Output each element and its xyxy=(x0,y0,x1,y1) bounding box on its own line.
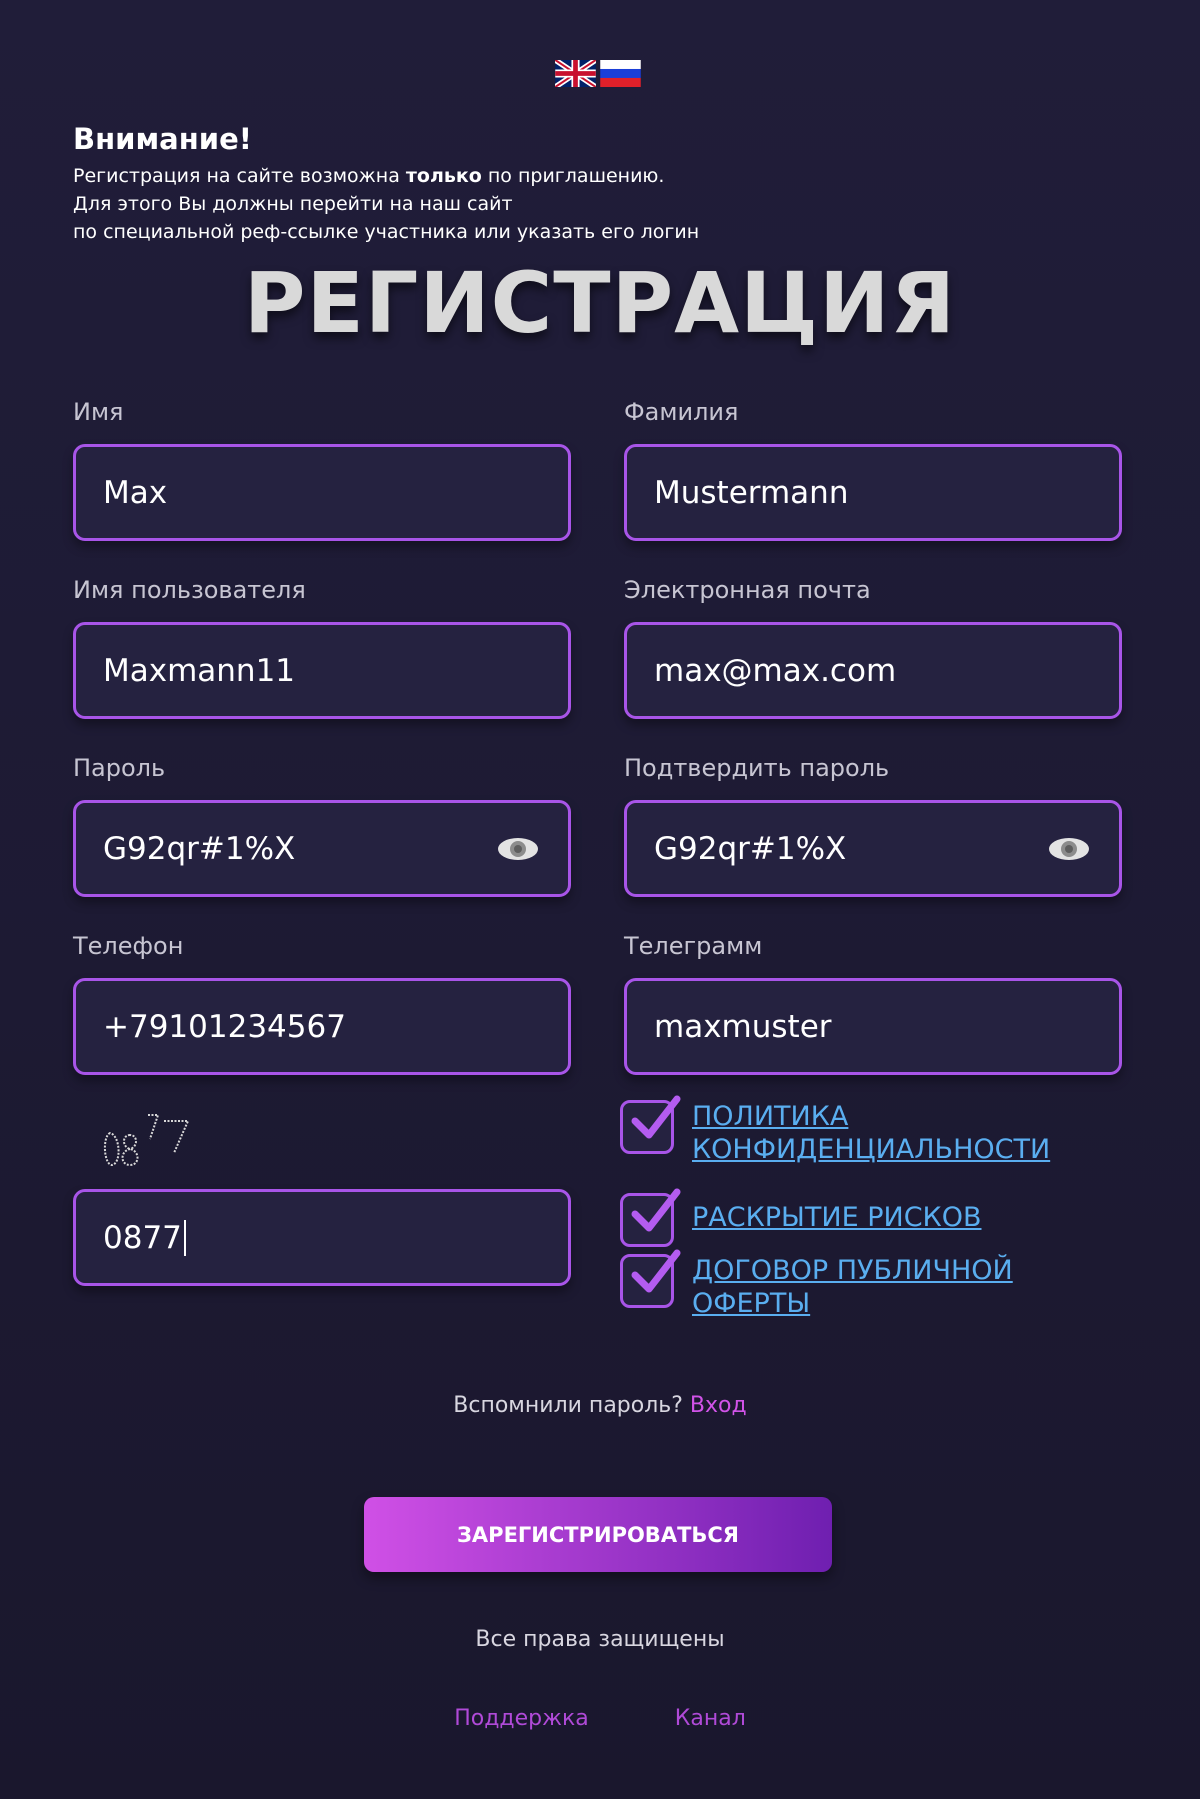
login-prompt-text: Вспомнили пароль? xyxy=(453,1393,690,1418)
offer-checkbox[interactable] xyxy=(620,1249,681,1308)
captcha-field[interactable]: 0877 xyxy=(73,1189,571,1286)
channel-link[interactable]: Канал xyxy=(675,1706,746,1731)
first-name-value: Max xyxy=(103,474,168,511)
last-name-label: Фамилия xyxy=(624,398,739,426)
notice-line-1: Регистрация на сайте возможна только по … xyxy=(73,162,699,190)
privacy-link-line-2: КОНФИДЕНЦИАЛЬНОСТИ xyxy=(692,1134,1051,1165)
confirm-password-field[interactable]: G92qr#1%X xyxy=(624,800,1122,897)
phone-value: +79101234567 xyxy=(103,1008,346,1045)
invitation-notice: Внимание! Регистрация на сайте возможна … xyxy=(73,122,699,246)
confirm-password-label: Подтвердить пароль xyxy=(624,754,890,782)
last-name-value: Mustermann xyxy=(654,474,849,511)
telegram-label: Телеграмм xyxy=(624,932,763,960)
notice-line-1-bold: только xyxy=(405,165,482,187)
captcha-image: 0877 xyxy=(104,1114,190,1167)
support-link[interactable]: Поддержка xyxy=(454,1706,589,1731)
email-field[interactable]: max@max.com xyxy=(624,622,1122,719)
ru-flag-icon[interactable] xyxy=(600,60,641,87)
notice-line-2: Для этого Вы должны перейти на наш сайт xyxy=(73,193,513,215)
public-offer-link[interactable]: ДОГОВОР ПУБЛИЧНОЙ ОФЕРТЫ xyxy=(692,1254,1072,1320)
risk-disclosure-link[interactable]: РАСКРЫТИЕ РИСКОВ xyxy=(692,1201,1072,1234)
copyright-text: Все права защищены xyxy=(475,1627,725,1652)
footer-links: Поддержка Канал xyxy=(0,1706,1200,1731)
telegram-value: maxmuster xyxy=(654,1008,832,1045)
eye-icon[interactable] xyxy=(1047,836,1091,862)
captcha-value: 0877 xyxy=(103,1219,182,1256)
last-name-field[interactable]: Mustermann xyxy=(624,444,1122,541)
first-name-label: Имя xyxy=(73,398,124,426)
uk-flag-icon[interactable] xyxy=(555,60,596,87)
notice-line-1-start: Регистрация на сайте возможна xyxy=(73,165,406,187)
first-name-field[interactable]: Max xyxy=(73,444,571,541)
email-label: Электронная почта xyxy=(624,576,871,604)
risks-agreement: РАСКРЫТИЕ РИСКОВ xyxy=(620,1188,1072,1247)
offer-link-line-1: ДОГОВОР ПУБЛИЧНОЙ xyxy=(692,1255,1013,1286)
username-label: Имя пользователя xyxy=(73,576,306,604)
checkmark-icon xyxy=(631,1095,681,1139)
privacy-link-line-1: ПОЛИТИКА xyxy=(692,1101,849,1132)
notice-line-3: по специальной реф-ссылке участника или … xyxy=(73,221,700,243)
username-value: Maxmann11 xyxy=(103,652,296,689)
username-field[interactable]: Maxmann11 xyxy=(73,622,571,719)
privacy-agreement: ПОЛИТИКА КОНФИДЕНЦИАЛЬНОСТИ xyxy=(620,1095,1072,1166)
login-link[interactable]: Вход xyxy=(690,1393,747,1418)
offer-agreement: ДОГОВОР ПУБЛИЧНОЙ ОФЕРТЫ xyxy=(620,1249,1072,1320)
login-prompt: Вспомнили пароль? Вход xyxy=(0,1393,1200,1418)
privacy-checkbox[interactable] xyxy=(620,1095,681,1154)
password-label: Пароль xyxy=(73,754,166,782)
email-value: max@max.com xyxy=(654,652,897,689)
offer-link-line-2: ОФЕРТЫ xyxy=(692,1288,811,1319)
checkmark-icon xyxy=(631,1188,681,1232)
page-title: РЕГИСТРАЦИЯ xyxy=(243,254,957,352)
password-field[interactable]: G92qr#1%X xyxy=(73,800,571,897)
notice-title: Внимание! xyxy=(73,122,252,156)
password-value: G92qr#1%X xyxy=(103,830,296,867)
text-caret xyxy=(183,1219,186,1256)
confirm-password-value: G92qr#1%X xyxy=(654,830,847,867)
eye-icon[interactable] xyxy=(496,836,540,862)
register-button[interactable]: ЗАРЕГИСТРИРОВАТЬСЯ xyxy=(364,1497,832,1572)
risks-checkbox[interactable] xyxy=(620,1188,681,1247)
phone-label: Телефон xyxy=(73,932,184,960)
language-switcher xyxy=(555,60,641,87)
checkmark-icon xyxy=(631,1249,681,1293)
telegram-field[interactable]: maxmuster xyxy=(624,978,1122,1075)
notice-line-1-end: по приглашению. xyxy=(481,165,665,187)
phone-field[interactable]: +79101234567 xyxy=(73,978,571,1075)
privacy-policy-link[interactable]: ПОЛИТИКА КОНФИДЕНЦИАЛЬНОСТИ xyxy=(692,1100,1072,1166)
